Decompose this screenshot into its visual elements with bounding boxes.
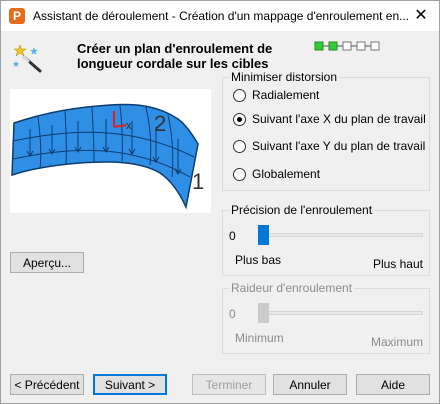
preview-button[interactable]: Aperçu... [10,252,84,273]
surface-label-1: 1 [192,169,204,194]
previous-button[interactable]: < Précédent [10,374,84,395]
next-button[interactable]: Suivant > [93,374,167,395]
radio-radial[interactable]: Radialement [233,88,319,102]
wizard-window: P Assistant de déroulement - Création d'… [0,0,440,404]
minimize-distortion-title: Minimiser distorsion [229,70,340,84]
cancel-button[interactable]: Annuler [273,374,347,395]
precision-group: Précision de l'enroulement 0 Plus bas Pl… [222,203,430,276]
stiffness-title: Raideur d'enroulement [229,281,355,295]
magic-wand-icon [13,44,42,73]
radio-circle-checked[interactable] [233,112,246,126]
window-title: Assistant de déroulement - Création d'un… [33,9,410,23]
radio-label: Globalement [252,167,321,181]
radio-global[interactable]: Globalement [233,167,320,181]
radio-label: Radialement [252,88,320,102]
help-button[interactable]: Aide [356,374,430,395]
precision-max-label: Plus haut [372,257,423,271]
finish-button: Terminer [192,374,266,395]
close-icon[interactable]: ✕ [411,6,431,26]
precision-slider-thumb[interactable] [258,225,269,245]
stiffness-group: Raideur d'enroulement 0 Minimum Maximum [222,281,430,354]
precision-slider-track[interactable] [261,233,423,237]
axis-x-label: x [126,120,132,132]
minimize-distortion-group: Minimiser distorsion Radialement Suivant… [222,70,430,191]
radio-label: Suivant l'axe Y du plan de travail [252,139,426,153]
wizard-steps-indicator [314,41,380,51]
stiffness-value: 0 [229,307,236,321]
title-bar[interactable]: P Assistant de déroulement - Création d'… [1,1,439,31]
stiffness-max-label: Maximum [370,335,423,349]
app-logo-icon: P [9,8,25,24]
radio-label: Suivant l'axe X du plan de travail [252,112,426,126]
radio-circle[interactable] [233,167,246,181]
radio-circle[interactable] [233,88,246,102]
radio-workplane-y[interactable]: Suivant l'axe Y du plan de travail [233,139,425,153]
stiffness-slider-track [261,311,423,315]
surface-label-2: 2 [154,111,166,136]
page-heading: Créer un plan d'enroulement de longueur … [77,41,273,71]
wrap-preview-image: x 2 1 [10,89,211,213]
stiffness-min-label: Minimum [235,331,284,345]
stiffness-slider-thumb [258,303,269,323]
precision-title: Précision de l'enroulement [229,203,375,217]
precision-value: 0 [229,229,236,243]
precision-min-label: Plus bas [235,253,282,267]
radio-circle[interactable] [233,139,246,153]
radio-workplane-x[interactable]: Suivant l'axe X du plan de travail [233,112,426,126]
